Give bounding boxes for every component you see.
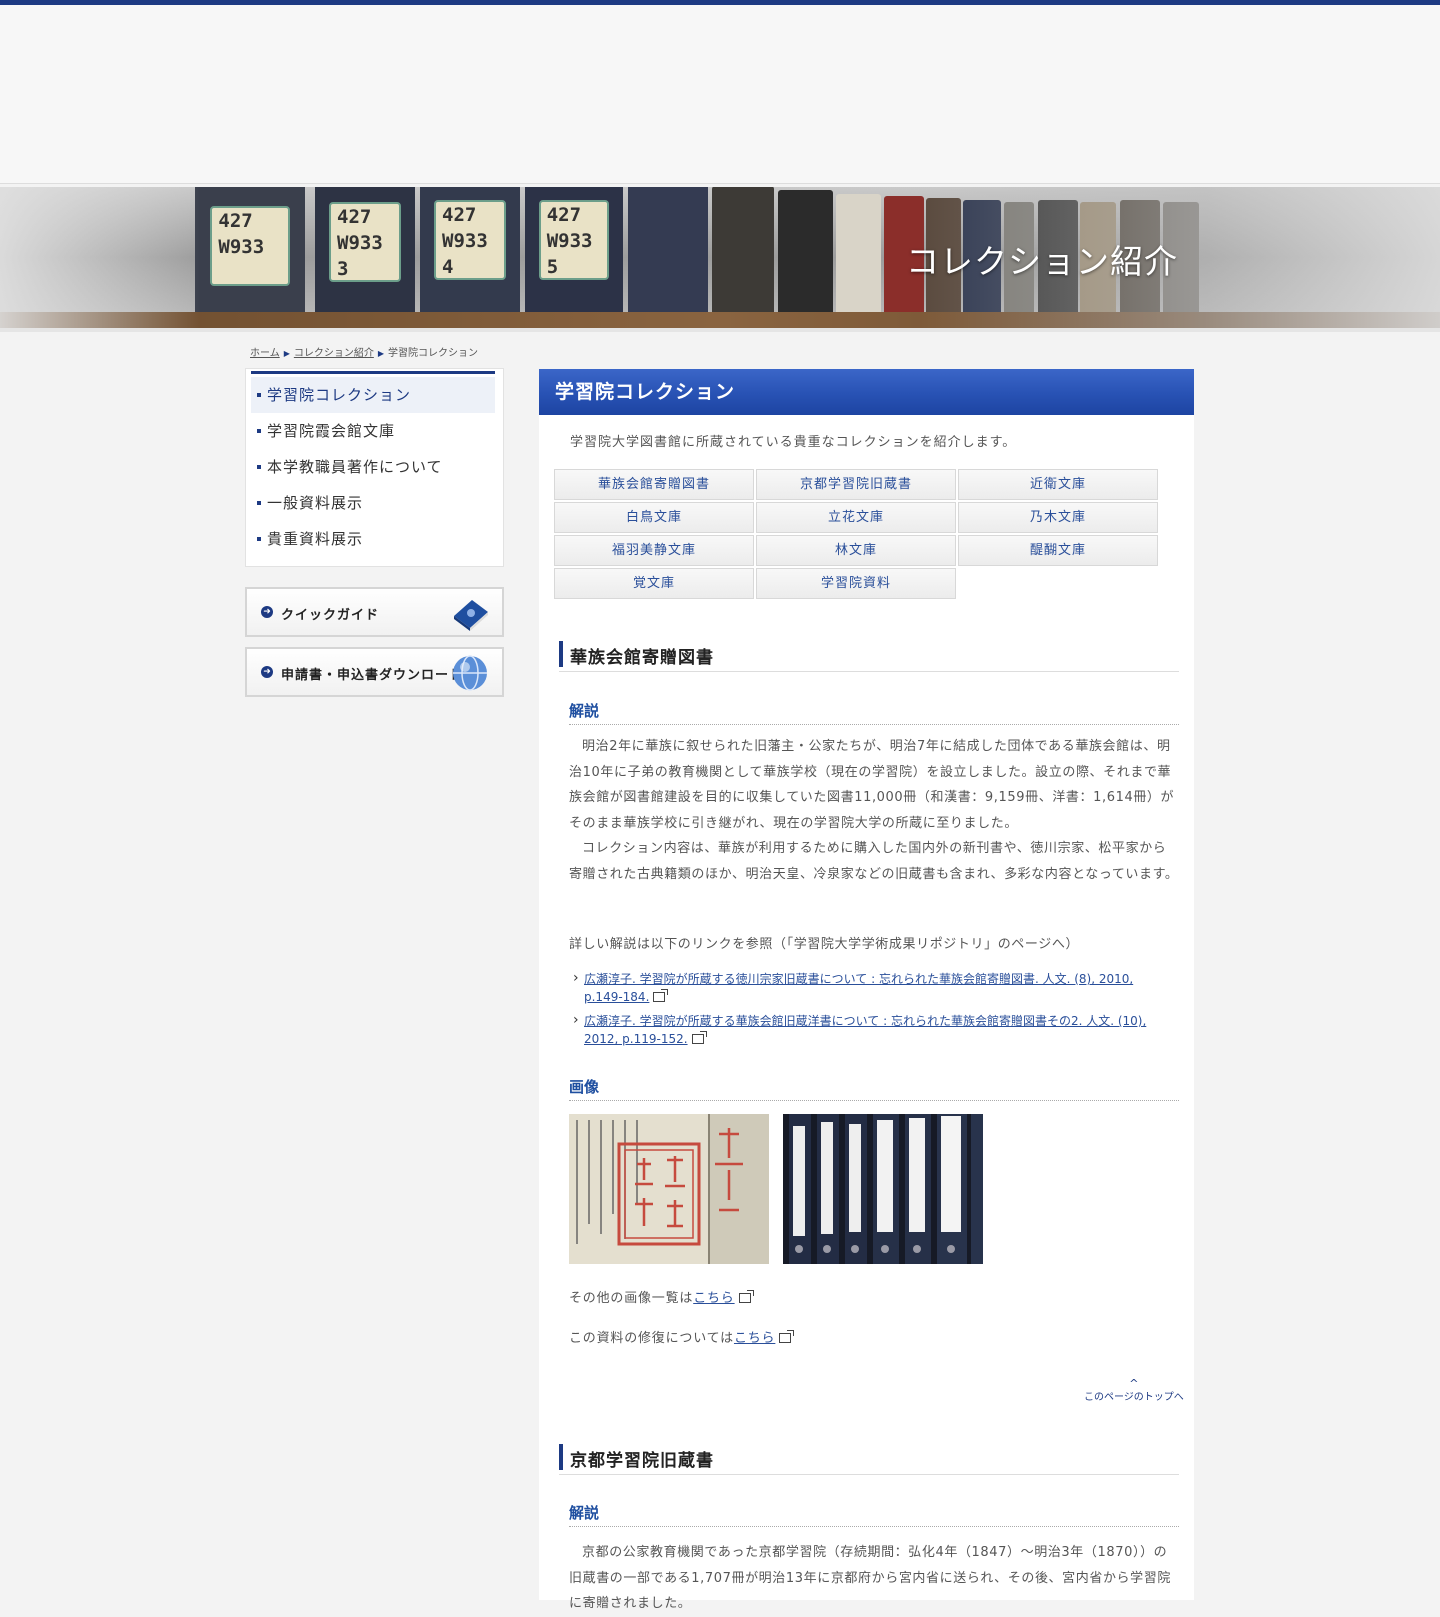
sidebar-item-rare-exhibit[interactable]: 貴重資料展示 — [251, 521, 495, 557]
section-heading: 華族会館寄贈図書 — [559, 641, 1179, 672]
list-item: 広瀬淳子. 学習院が所蔵する華族会館旧蔵洋書について : 忘れられた華族会館寄贈… — [572, 1011, 1172, 1048]
reference-link[interactable]: 広瀬淳子. 学習院が所蔵する徳川宗家旧蔵書について : 忘れられた華族会館寄贈図… — [584, 972, 1133, 1004]
sidebar-item-gakushuin-collection[interactable]: 学習院コレクション — [251, 377, 495, 413]
subsection-heading: 解説 — [569, 698, 1179, 725]
banner-title: コレクション紹介 — [906, 242, 1178, 281]
external-link-icon — [653, 989, 669, 1002]
banner-book: 427 W933 4 — [420, 187, 520, 312]
breadcrumb-collection-link[interactable]: コレクション紹介 — [294, 348, 374, 359]
arrow-right-icon: ➜ — [261, 666, 273, 678]
other-images-link[interactable]: こちら — [693, 1291, 734, 1306]
sidebar-nav: 学習院コレクション 学習院霞会館文庫 本学教職員著作について 一般資料展示 貴重… — [245, 368, 504, 567]
arrow-right-icon: ➜ — [261, 606, 273, 618]
main-content: 学習院コレクション 学習院大学図書館に所蔵されている貴重なコレクションを紹介しま… — [539, 369, 1194, 1600]
list-item: 広瀬淳子. 学習院が所蔵する徳川宗家旧蔵書について : 忘れられた華族会館寄贈図… — [572, 969, 1172, 1006]
intro-text: 学習院大学図書館に所蔵されている貴重なコレクションを紹介します。 — [570, 435, 1017, 450]
collection-link[interactable]: 京都学習院旧蔵書 — [756, 469, 956, 500]
collection-link[interactable]: 学習院資料 — [756, 568, 956, 599]
sidebar-item-kasumi-kaikan[interactable]: 学習院霞会館文庫 — [251, 413, 495, 449]
reference-link[interactable]: 広瀬淳子. 学習院が所蔵する華族会館旧蔵洋書について : 忘れられた華族会館寄贈… — [584, 1014, 1146, 1046]
commentary-text: 京都の公家教育機関であった京都学習院（存続期間：弘化4年（1847）〜明治3年（… — [569, 1545, 1171, 1611]
collection-link[interactable]: 華族会館寄贈図書 — [554, 469, 754, 500]
other-images-line: その他の画像一覧はこちら — [569, 1287, 754, 1306]
external-link-icon — [779, 1330, 795, 1343]
banner-book: 427 W933 — [195, 187, 305, 312]
chevron-up-icon: ^ — [1129, 1377, 1139, 1390]
collection-link[interactable]: 近衛文庫 — [958, 469, 1158, 500]
sidebar-item-faculty-works[interactable]: 本学教職員著作について — [251, 449, 495, 485]
breadcrumb-separator-icon: ▶ — [283, 349, 290, 358]
back-to-top-link[interactable]: ^ このページのトップへ — [1084, 1377, 1184, 1403]
collection-link[interactable]: 醍醐文庫 — [958, 535, 1158, 566]
collection-link[interactable]: 乃木文庫 — [958, 502, 1158, 533]
repair-info-line: この資料の修復についてはこちら — [569, 1327, 795, 1346]
breadcrumb: ホーム ▶ コレクション紹介 ▶ 学習院コレクション — [250, 344, 478, 359]
collection-link[interactable]: 白鳥文庫 — [554, 502, 754, 533]
reference-list: 広瀬淳子. 学習院が所蔵する徳川宗家旧蔵書について : 忘れられた華族会館寄贈図… — [572, 969, 1172, 1054]
banner-book: 427 W933 5 — [525, 187, 623, 312]
seal-stamp-image[interactable] — [569, 1114, 769, 1264]
page-banner: 427 W933 427 W933 3 427 W933 4 427 W933 5 コレクショ… — [0, 187, 1440, 328]
external-link-icon — [691, 1031, 707, 1044]
collection-link[interactable]: 福羽美静文庫 — [554, 535, 754, 566]
collection-link[interactable]: 林文庫 — [756, 535, 956, 566]
download-forms-button[interactable]: ➜ 申請書・申込書ダウンロード — [245, 647, 504, 697]
section-heading: 京都学習院旧蔵書 — [559, 1444, 1179, 1475]
collection-link[interactable]: 立花文庫 — [756, 502, 956, 533]
refs-intro: 詳しい解説は以下のリンクを参照（「学習院大学学術成果リポジトリ」のページへ） — [569, 937, 1080, 952]
repair-info-link[interactable]: こちら — [734, 1331, 775, 1346]
banner-book — [778, 190, 833, 312]
breadcrumb-home-link[interactable]: ホーム — [250, 348, 280, 359]
site-header — [0, 5, 1440, 184]
bookshelf-image[interactable] — [783, 1114, 983, 1264]
banner-book: 427 W933 3 — [315, 187, 415, 312]
globe-download-icon — [453, 655, 487, 691]
banner-book — [836, 194, 881, 312]
subsection-heading: 画像 — [569, 1074, 1179, 1101]
subsection-heading: 解説 — [569, 1500, 1179, 1527]
banner-book — [712, 187, 774, 312]
commentary-text: 明治2年に華族に叙せられた旧藩主・公家たちが、明治7年に結成した団体である華族会… — [569, 739, 1179, 882]
collection-link[interactable]: 覚文庫 — [554, 568, 754, 599]
breadcrumb-current: 学習院コレクション — [388, 348, 479, 359]
sidebar-item-general-exhibit[interactable]: 一般資料展示 — [251, 485, 495, 521]
external-link-icon — [738, 1290, 754, 1303]
breadcrumb-separator-icon: ▶ — [377, 349, 385, 358]
book-icon — [454, 600, 488, 631]
banner-book — [628, 187, 708, 312]
quick-guide-button[interactable]: ➜ クイックガイド — [245, 587, 504, 637]
page-title: 学習院コレクション — [539, 369, 1194, 415]
